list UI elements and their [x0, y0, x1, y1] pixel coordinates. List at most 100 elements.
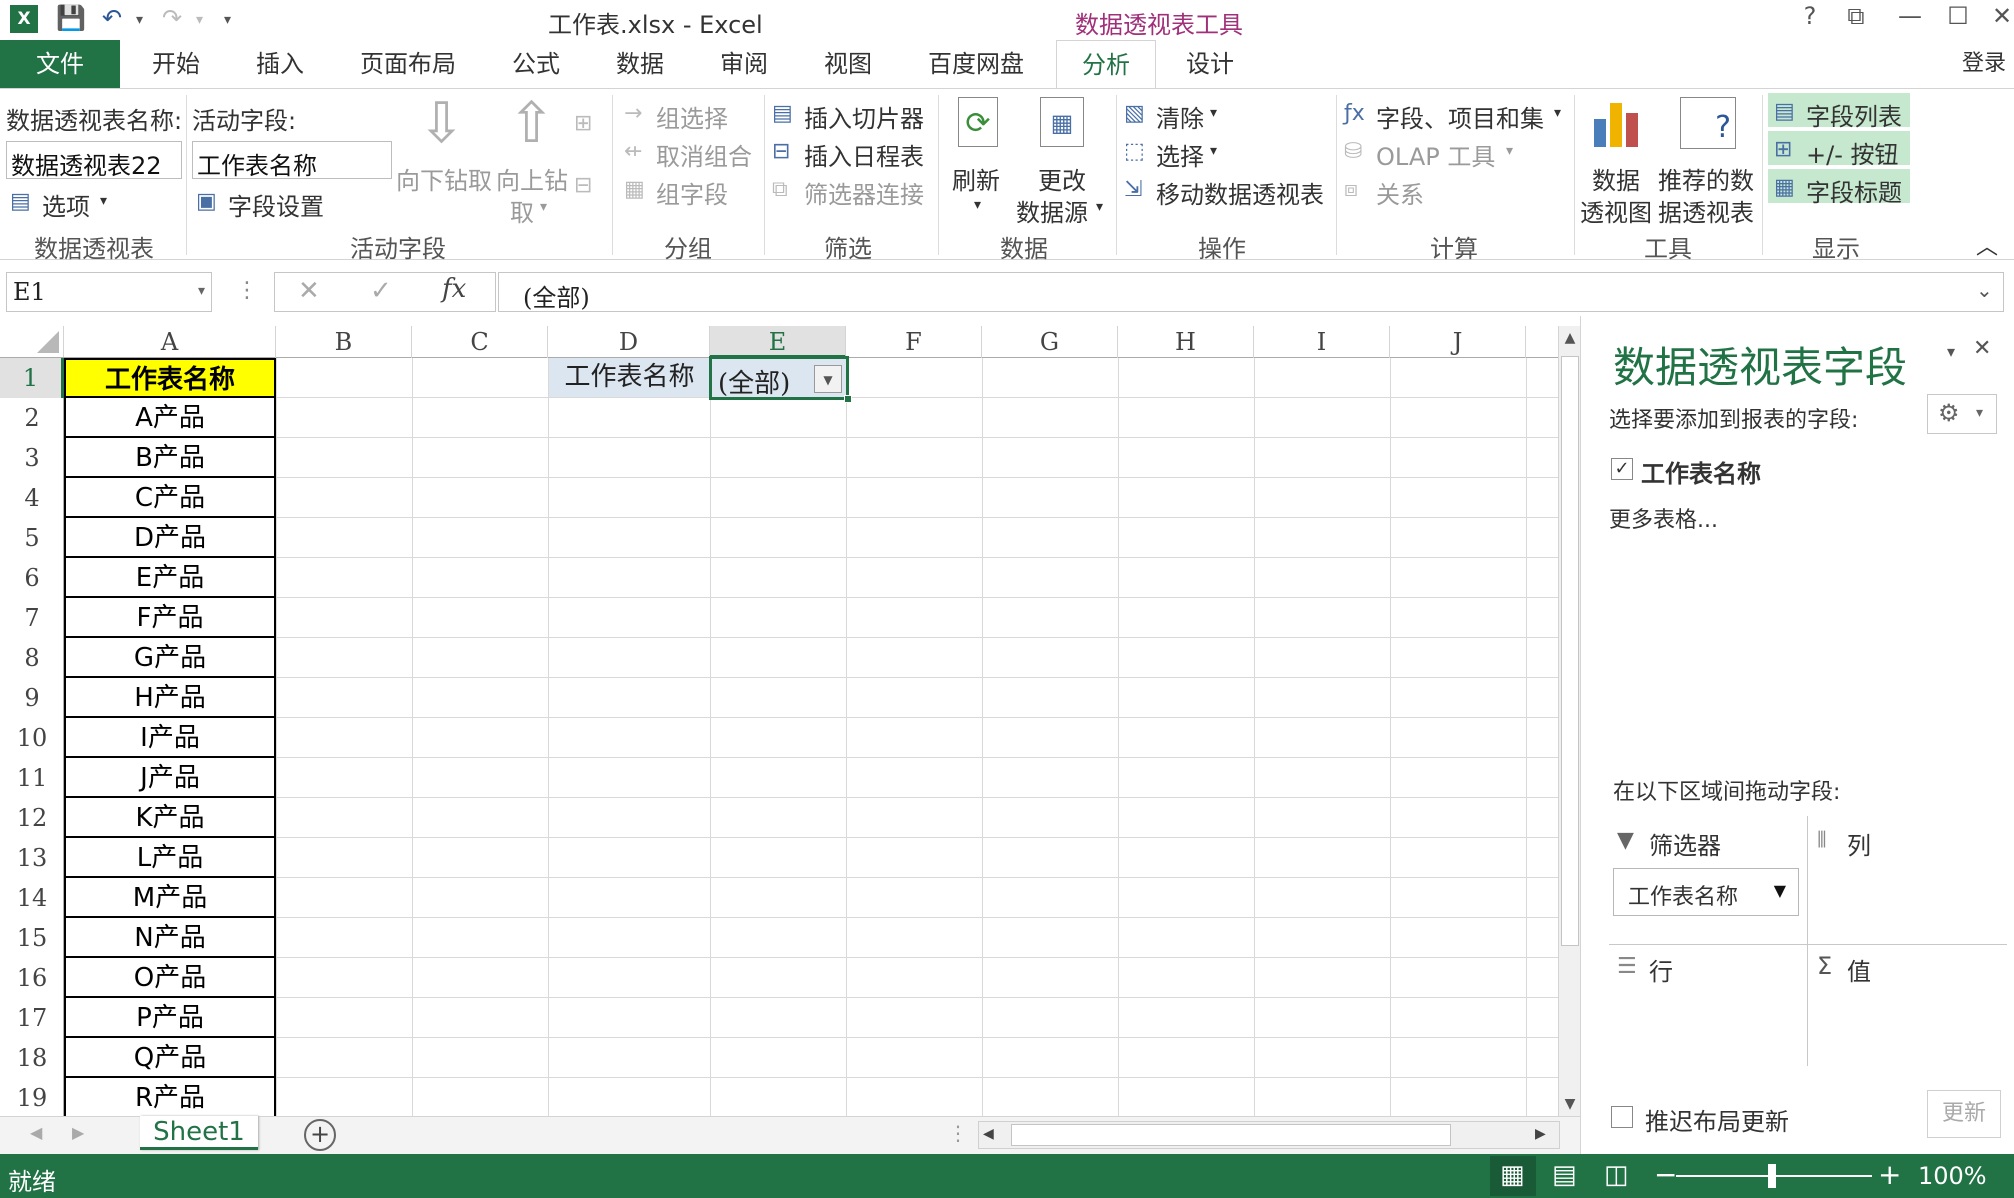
tab-review[interactable]: 审阅 [708, 40, 780, 88]
row-header[interactable]: 10 [0, 718, 64, 758]
cell-a[interactable]: N产品 [64, 918, 276, 958]
select-dropdown-icon[interactable]: ▾ [1210, 143, 1217, 159]
field-checkbox[interactable]: ✓ [1611, 458, 1633, 480]
change-source-icon[interactable]: ▦ [1040, 97, 1084, 147]
maximize-icon[interactable]: ☐ [1938, 2, 1978, 30]
scroll-left-icon[interactable]: ◀ [983, 1126, 994, 1142]
olap-tools-dropdown-icon[interactable]: ▾ [1506, 143, 1513, 159]
tab-view[interactable]: 视图 [812, 40, 884, 88]
zoom-slider-thumb[interactable] [1768, 1164, 1776, 1188]
cell-a[interactable]: K产品 [64, 798, 276, 838]
column-header-f[interactable]: F [846, 326, 982, 358]
redo-icon[interactable]: ↷ [162, 4, 182, 32]
zoom-in-icon[interactable]: + [1878, 1158, 1901, 1191]
page-layout-view-icon[interactable]: ▤ [1552, 1160, 1577, 1190]
cell-a[interactable]: F产品 [64, 598, 276, 638]
more-tables-link[interactable]: 更多表格... [1609, 502, 1718, 534]
pivot-filter-label[interactable]: 工作表名称 [549, 358, 710, 397]
fields-items-sets-button[interactable]: 字段、项目和集 [1376, 99, 1544, 134]
formula-options-icon[interactable]: ⋮ [236, 278, 258, 303]
add-sheet-icon[interactable]: + [304, 1119, 336, 1151]
field-list-button[interactable]: 字段列表 [1806, 97, 1902, 132]
row-header[interactable]: 12 [0, 798, 64, 838]
drill-up-button[interactable]: 向上钻 [496, 161, 568, 196]
column-header-a[interactable]: A [64, 326, 276, 358]
collapse-ribbon-icon[interactable]: ︿ [1976, 229, 1998, 261]
cell-a[interactable]: H产品 [64, 678, 276, 718]
scroll-down-icon[interactable]: ▼ [1559, 1092, 1581, 1116]
cell-a[interactable]: L产品 [64, 838, 276, 878]
filter-field-dropdown-icon[interactable]: ▼ [1774, 881, 1786, 900]
drill-up-icon[interactable]: ⇧ [508, 91, 555, 156]
insert-slicer-button[interactable]: 插入切片器 [804, 99, 924, 134]
column-header-e[interactable]: E [710, 326, 846, 358]
row-header[interactable]: 1 [0, 358, 64, 398]
row-header[interactable]: 9 [0, 678, 64, 718]
refresh-dropdown-icon[interactable]: ▾ [974, 197, 981, 213]
row-header[interactable]: 18 [0, 1038, 64, 1078]
drill-down-button[interactable]: 向下钻取 [396, 161, 492, 196]
zoom-level[interactable]: 100% [1918, 1162, 1987, 1190]
row-header[interactable]: 15 [0, 918, 64, 958]
drill-down-icon[interactable]: ⇩ [418, 91, 465, 156]
zoom-out-icon[interactable]: − [1654, 1158, 1677, 1191]
insert-function-icon[interactable]: fx [442, 274, 466, 304]
row-header[interactable]: 14 [0, 878, 64, 918]
next-sheet-icon[interactable]: ▶ [72, 1123, 84, 1142]
olap-tools-button[interactable]: OLAP 工具 [1376, 137, 1495, 172]
fields-items-sets-dropdown-icon[interactable]: ▾ [1554, 105, 1561, 121]
active-field-input[interactable]: 工作表名称 [192, 141, 392, 180]
row-header[interactable]: 11 [0, 758, 64, 798]
cancel-icon[interactable]: ✕ [298, 276, 320, 306]
minimize-icon[interactable]: — [1890, 2, 1930, 30]
change-source-dropdown-icon[interactable]: ▾ [1096, 199, 1103, 215]
formula-input[interactable]: (全部) [498, 272, 2004, 312]
expand-formula-icon[interactable]: ⌄ [1976, 278, 1993, 302]
normal-view-icon[interactable]: ▦ [1500, 1160, 1525, 1190]
name-box[interactable]: E1 ▾ [6, 272, 212, 312]
cell-a[interactable]: J产品 [64, 758, 276, 798]
tab-file[interactable]: 文件 [0, 40, 120, 88]
pane-close-icon[interactable]: ✕ [1973, 336, 1991, 361]
page-break-view-icon[interactable]: ◫ [1604, 1160, 1629, 1190]
column-header-i[interactable]: I [1254, 326, 1390, 358]
row-header[interactable]: 13 [0, 838, 64, 878]
scroll-right-icon[interactable]: ▶ [1535, 1126, 1546, 1142]
scroll-up-icon[interactable]: ▲ [1559, 326, 1581, 350]
refresh-icon[interactable]: ⟳ [958, 97, 998, 147]
pane-settings-button[interactable]: ⚙ ▾ [1927, 394, 1997, 434]
expand-field-icon[interactable]: ⊞ [574, 111, 592, 136]
plus-minus-buttons-button[interactable]: +/- 按钮 [1806, 135, 1898, 170]
row-header[interactable]: 2 [0, 398, 64, 438]
enter-icon[interactable]: ✓ [370, 276, 392, 306]
tab-data[interactable]: 数据 [604, 40, 676, 88]
column-header-d[interactable]: D [548, 326, 710, 358]
pivot-chart-button[interactable]: 数据 [1592, 161, 1640, 196]
pivot-chart-icon[interactable] [1594, 99, 1644, 147]
ungroup-button[interactable]: 取消组合 [656, 137, 752, 172]
tab-insert[interactable]: 插入 [244, 40, 316, 88]
field-name[interactable]: 工作表名称 [1641, 454, 1761, 489]
horizontal-scrollbar[interactable]: ◀ ▶ [978, 1121, 1560, 1149]
worksheet[interactable]: A B C D E F G H I J 1 2 3 4 5 6 7 8 9 10… [0, 326, 1562, 1116]
tab-page-layout[interactable]: 页面布局 [350, 40, 466, 88]
tab-formulas[interactable]: 公式 [500, 40, 572, 88]
cell-a[interactable]: C产品 [64, 478, 276, 518]
options-button[interactable]: 选项 [42, 187, 90, 222]
select-button[interactable]: 选择 [1156, 137, 1204, 172]
close-icon[interactable]: ✕ [1982, 2, 2014, 30]
tab-baidu-netdisk[interactable]: 百度网盘 [918, 40, 1034, 88]
tab-home[interactable]: 开始 [140, 40, 212, 88]
row-header[interactable]: 7 [0, 598, 64, 638]
h-scroll-thumb[interactable] [1011, 1124, 1451, 1146]
field-settings-button[interactable]: 字段设置 [228, 187, 324, 222]
column-header-b[interactable]: B [276, 326, 412, 358]
options-dropdown-icon[interactable]: ▾ [100, 193, 107, 209]
tab-analyze[interactable]: 分析 [1056, 40, 1156, 89]
ribbon-display-icon[interactable]: ⧉ [1836, 2, 1876, 30]
clear-dropdown-icon[interactable]: ▾ [1210, 105, 1217, 121]
column-header-h[interactable]: H [1118, 326, 1254, 358]
cell-a[interactable]: I产品 [64, 718, 276, 758]
vertical-scrollbar[interactable]: ▲ ▼ [1558, 326, 1580, 1116]
filter-field-chip[interactable]: 工作表名称 ▼ [1613, 868, 1799, 916]
